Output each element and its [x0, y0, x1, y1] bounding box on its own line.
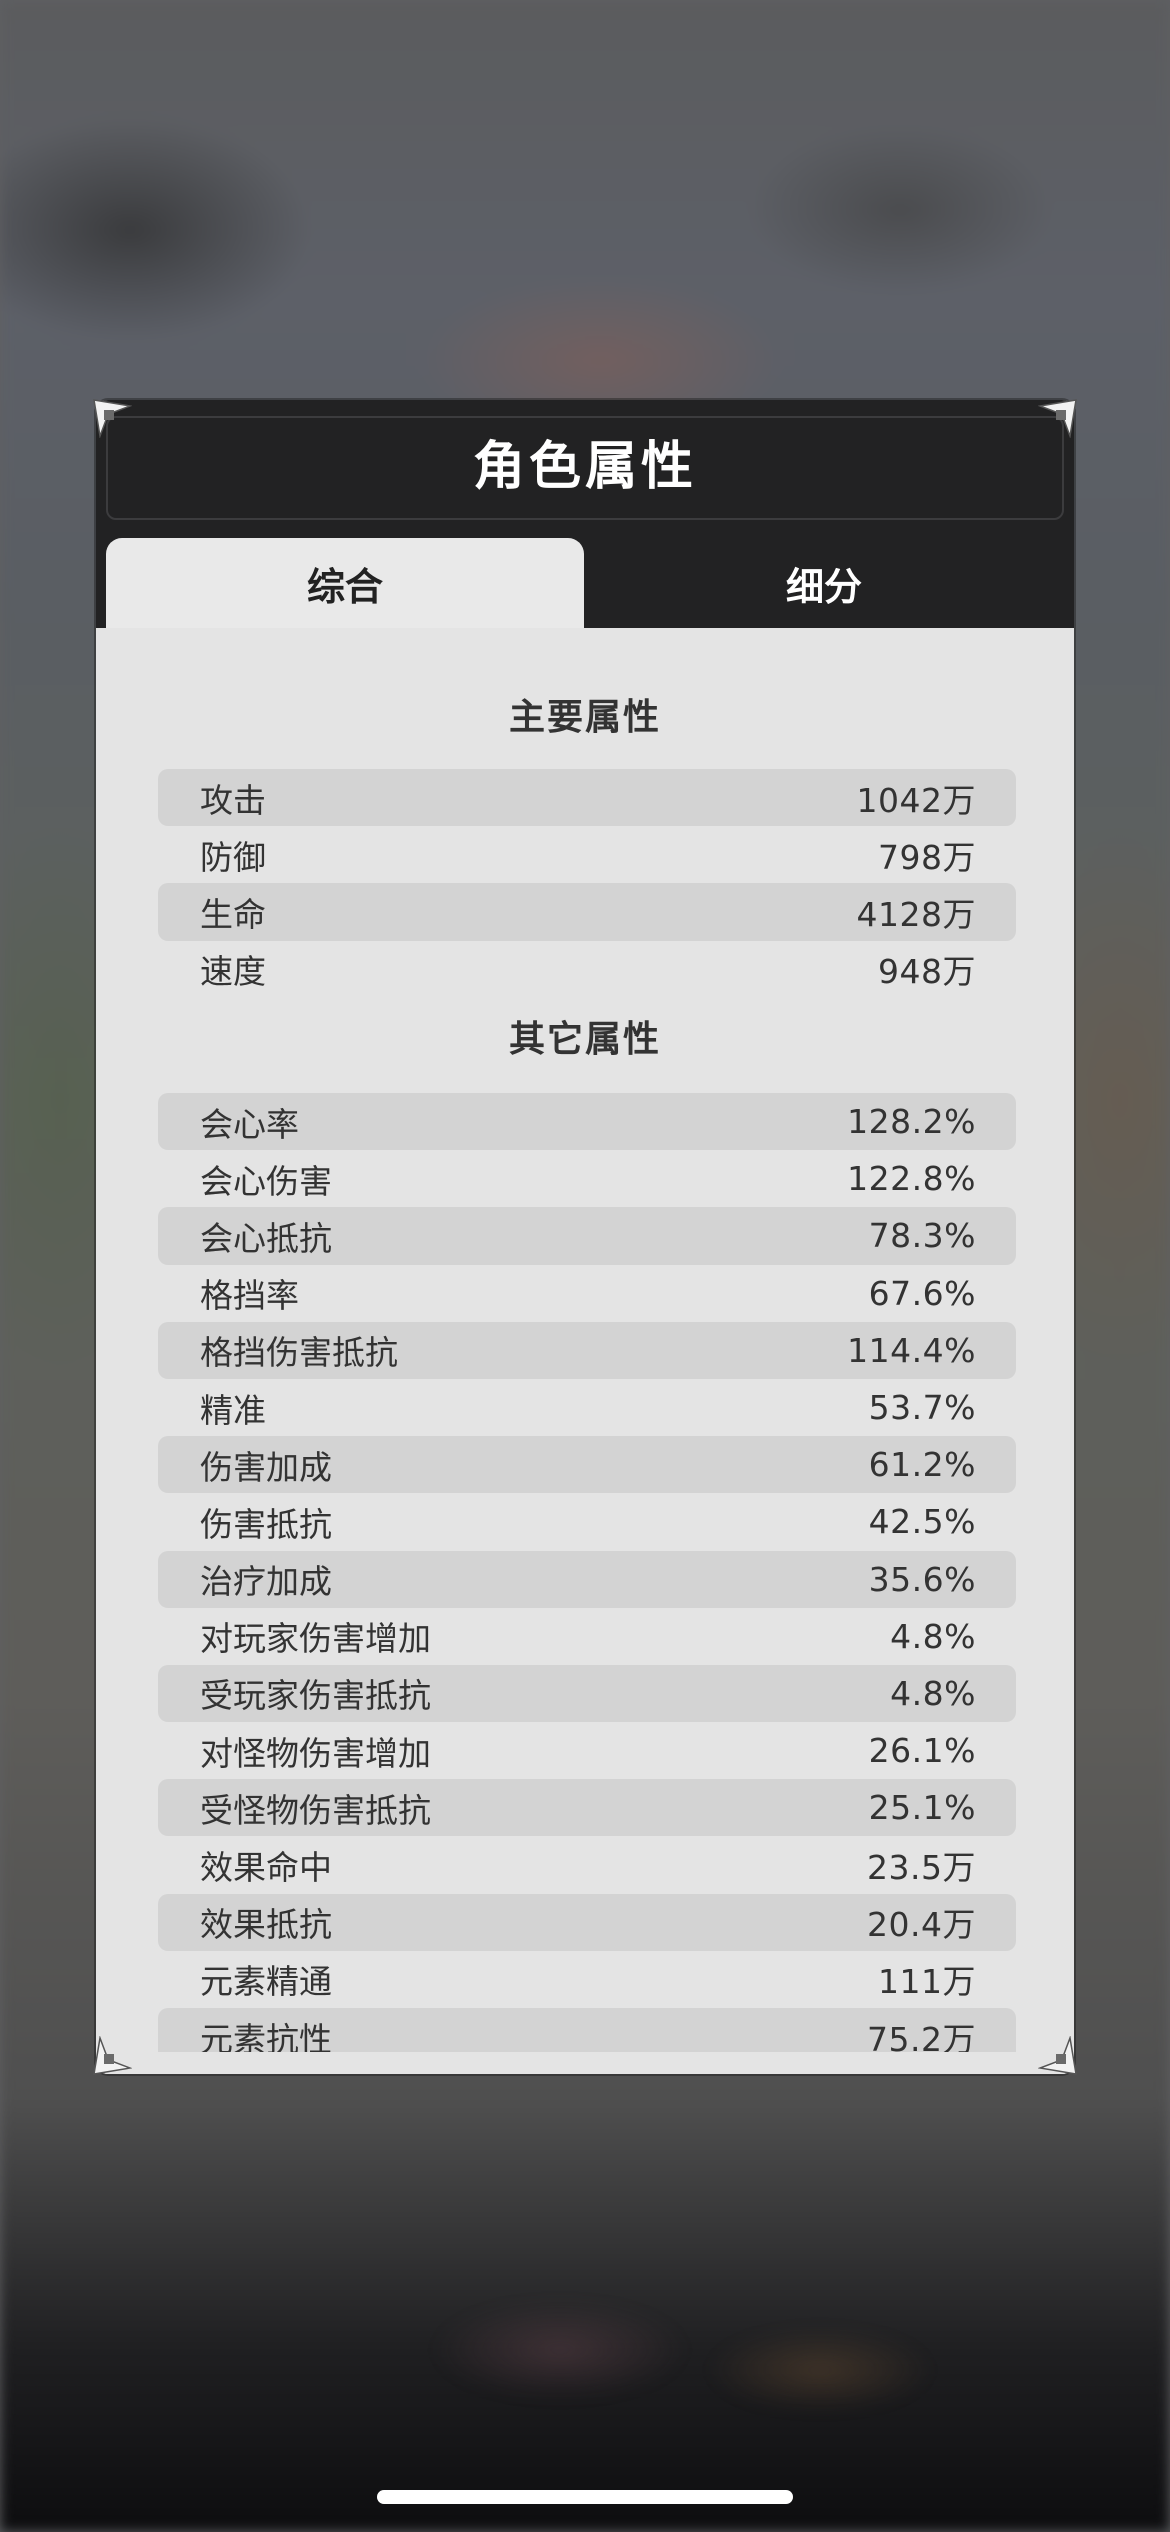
attribute-value: 798万: [878, 837, 976, 877]
attribute-value: 42.5%: [868, 1502, 976, 1542]
attribute-row: 会心率 128.2%: [158, 1093, 1016, 1151]
attribute-row: 对怪物伤害增加 26.1%: [158, 1722, 1016, 1779]
attribute-row: 生命 4128万: [158, 883, 1016, 941]
attribute-label: 攻击: [200, 780, 266, 820]
attribute-value: 4.8%: [890, 1673, 976, 1713]
attribute-value: 78.3%: [868, 1216, 976, 1256]
attribute-row: 受怪物伤害抵抗 25.1%: [158, 1779, 1016, 1837]
attribute-value: 61.2%: [868, 1445, 976, 1485]
attribute-value: 35.6%: [868, 1559, 976, 1599]
tab-overview[interactable]: 综合: [106, 538, 584, 628]
other-attributes-list: 会心率 128.2% 会心伤害 122.8% 会心抵抗 78.3% 格挡率 67.6% 格挡伤害…: [158, 1093, 1016, 2066]
attribute-label: 生命: [200, 894, 266, 934]
attribute-label: 对玩家伤害增加: [200, 1619, 431, 1659]
attribute-label: 会心率: [200, 1104, 299, 1144]
main-attributes-title: 主要属性: [508, 697, 661, 738]
attribute-row: 攻击 1042万: [158, 769, 1016, 827]
attribute-value: 948万: [878, 952, 976, 992]
attribute-value: 1042万: [856, 780, 976, 820]
attribute-label: 效果命中: [200, 1848, 332, 1888]
attribute-label: 速度: [200, 952, 266, 992]
attribute-row: 受玩家伤害抵抗 4.8%: [158, 1664, 1016, 1723]
character-attributes-dialog: 角色属性 综合 细分 主要属性 攻击 1042万防御 798万生命 4128万速度 94…: [96, 400, 1074, 2074]
attribute-row: 速度 948万: [158, 941, 1016, 998]
scroll-edge: [96, 2052, 1074, 2074]
tab-detailed[interactable]: 细分: [584, 538, 1064, 628]
attribute-label: 会心伤害: [200, 1161, 332, 1201]
attribute-label: 格挡伤害抵抗: [200, 1333, 398, 1373]
attribute-row: 元素精通 111万: [158, 1951, 1016, 2008]
attribute-label: 治疗加成: [200, 1562, 332, 1602]
home-indicator[interactable]: [377, 2490, 793, 2504]
dialog-title: 角色属性: [472, 437, 697, 497]
attribute-row: 效果命中 23.5万: [158, 1836, 1016, 1893]
attribute-label: 受怪物伤害抵抗: [200, 1790, 431, 1830]
attribute-value: 4128万: [856, 894, 976, 934]
attribute-value: 25.1%: [868, 1788, 976, 1828]
attribute-label: 伤害加成: [200, 1447, 332, 1487]
attribute-value: 67.6%: [868, 1273, 976, 1313]
attribute-row: 对玩家伤害增加 4.8%: [158, 1608, 1016, 1665]
attribute-row: 格挡率 67.6%: [158, 1265, 1016, 1322]
attribute-row: 防御 798万: [158, 826, 1016, 883]
attribute-value: 128.2%: [847, 1102, 976, 1142]
attribute-value: 4.8%: [890, 1616, 976, 1656]
attribute-value: 122.8%: [847, 1159, 976, 1199]
attribute-value: 23.5万: [867, 1848, 976, 1888]
attribute-value: 26.1%: [868, 1731, 976, 1771]
attribute-label: 防御: [200, 837, 266, 877]
attribute-value: 53.7%: [868, 1388, 976, 1428]
attribute-row: 格挡伤害抵抗 114.4%: [158, 1321, 1016, 1379]
attribute-label: 受玩家伤害抵抗: [200, 1676, 431, 1716]
corner-ornament-icon: [1038, 2036, 1077, 2075]
attribute-row: 效果抵抗 20.4万: [158, 1893, 1016, 1951]
attribute-row: 会心抵抗 78.3%: [158, 1207, 1016, 1265]
corner-ornament-icon: [93, 399, 132, 438]
attribute-row: 伤害抵抗 42.5%: [158, 1493, 1016, 1550]
attribute-label: 格挡率: [200, 1276, 299, 1316]
attribute-row: 治疗加成 35.6%: [158, 1550, 1016, 1608]
attribute-value: 114.4%: [847, 1330, 976, 1370]
blurred-bottom-bar: [0, 2230, 1170, 2532]
other-attributes-title: 其它属性: [508, 1019, 661, 1060]
attribute-row: 会心伤害 122.8%: [158, 1150, 1016, 1207]
corner-ornament-icon: [1038, 399, 1077, 438]
attribute-row: 伤害加成 61.2%: [158, 1436, 1016, 1494]
attribute-label: 伤害抵抗: [200, 1504, 332, 1544]
attribute-label: 元素精通: [200, 1962, 332, 2002]
attribute-label: 对怪物伤害增加: [200, 1733, 431, 1773]
attribute-value: 20.4万: [867, 1905, 976, 1945]
attribute-label: 会心抵抗: [200, 1218, 332, 1258]
corner-ornament-icon: [93, 2036, 132, 2075]
attribute-value: 111万: [878, 1962, 976, 2002]
attributes-scroll-area[interactable]: 主要属性 攻击 1042万防御 798万生命 4128万速度 948万 其它属性 会心率…: [96, 628, 1074, 2074]
dialog-header: 角色属性 综合 细分: [96, 400, 1074, 628]
attribute-row: 精准 53.7%: [158, 1379, 1016, 1436]
main-attributes-list: 攻击 1042万防御 798万生命 4128万速度 948万: [158, 769, 1016, 998]
attribute-label: 精准: [200, 1390, 266, 1430]
attribute-label: 效果抵抗: [200, 1905, 332, 1945]
